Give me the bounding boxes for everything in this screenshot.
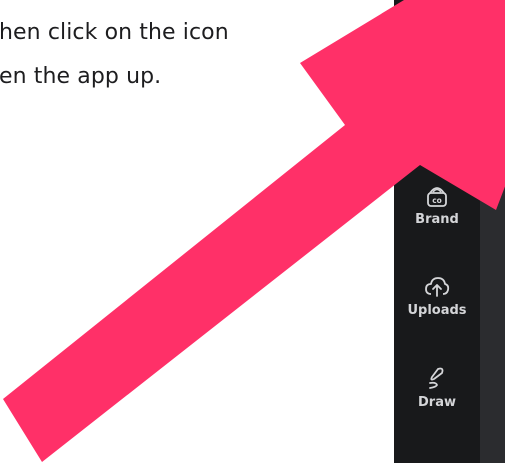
sidebar-label-elements: Elements <box>403 14 471 29</box>
tutorial-screenshot: hen click on the icon en the app up. Ele… <box>0 0 505 463</box>
side-panel-edge <box>480 0 505 463</box>
instruction-line-1: hen click on the icon <box>0 20 229 45</box>
instruction-text: hen click on the icon en the app up. <box>0 0 330 120</box>
sidebar: Elements co Brand Uploads Draw <box>394 0 480 463</box>
instruction-line-2: en the app up. <box>0 64 162 89</box>
uploads-icon <box>425 277 450 297</box>
svg-text:co: co <box>432 196 442 205</box>
sidebar-item-draw[interactable]: Draw <box>394 365 480 425</box>
sidebar-item-elements[interactable]: Elements <box>394 0 480 48</box>
draw-icon <box>429 367 444 389</box>
brand-icon: co <box>427 187 447 207</box>
sidebar-item-brand[interactable]: co Brand <box>394 184 480 244</box>
sidebar-label-brand: Brand <box>415 212 459 227</box>
sidebar-label-draw: Draw <box>418 395 456 410</box>
sidebar-label-uploads: Uploads <box>407 303 467 318</box>
elements-icon <box>424 0 450 10</box>
sidebar-item-uploads[interactable]: Uploads <box>394 275 480 335</box>
